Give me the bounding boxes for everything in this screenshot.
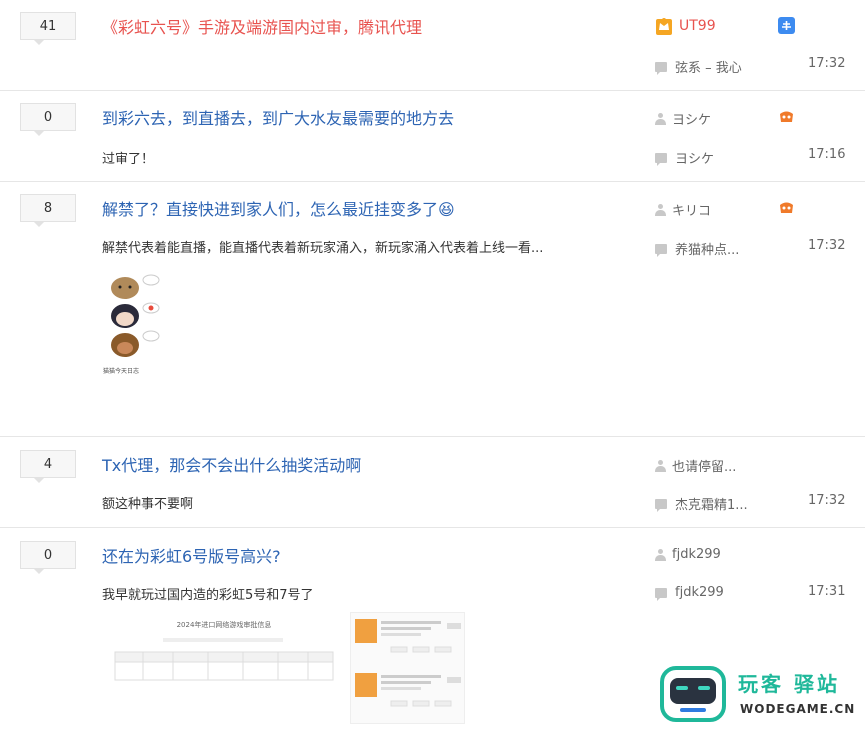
game-controller-badge-icon — [780, 111, 793, 122]
author-name: UT99 — [679, 18, 716, 34]
last-reply[interactable]: fjdk299 — [655, 585, 724, 601]
watermark-brand: 玩客 驿站 — [738, 672, 840, 696]
thread-title[interactable]: 还在为彩虹6号版号高兴? — [102, 543, 281, 567]
last-reply[interactable]: ヨシケ — [655, 148, 714, 167]
last-reply-user: 杰克霜精1... — [675, 498, 748, 513]
reply-time: 17:32 — [808, 238, 846, 253]
thread-title[interactable]: 到彩六去，到直播去，到广大水友最需要的地方去 — [102, 105, 454, 129]
thread-abstract: 我早就玩过国内造的彩虹5号和7号了 — [102, 588, 314, 603]
thread-author[interactable]: 也请停留... — [655, 456, 736, 475]
thread-author[interactable]: キリコ — [655, 200, 711, 219]
watermark-url: WODEGAME.CN — [740, 702, 856, 716]
thread-author[interactable]: UT99 — [655, 16, 716, 36]
approval-table-icon — [114, 638, 334, 681]
meme-caption: 猫猫今天日志 — [103, 368, 140, 375]
last-reply-user: ヨシケ — [675, 152, 715, 167]
reply-count: 41 — [20, 12, 76, 45]
last-reply[interactable]: 养猫种点... — [655, 239, 739, 258]
author-name: 也请停留... — [672, 460, 737, 475]
thread-author[interactable]: ヨシケ — [655, 109, 711, 128]
thread-row[interactable]: 4 Tx代理，那会不会出什么抽奖活动啊 也请停留... 额这种事不要啊 杰克霜精… — [0, 437, 865, 528]
author-name: キリコ — [672, 204, 712, 219]
reply-time: 17:32 — [808, 56, 846, 71]
site-watermark: 玩客 驿站 WODEGAME.CN — [660, 662, 865, 724]
meme-cats-icon — [111, 274, 160, 357]
approval-list-title: 2024年进口网络游戏审批信息 — [176, 621, 272, 629]
thread-title[interactable]: 《彩虹六号》手游及端游国内过审，腾讯代理 — [102, 14, 422, 38]
robot-logo-icon — [660, 666, 726, 722]
last-reply-user: 养猫种点... — [675, 243, 740, 258]
thread-abstract: 解禁代表着能直播，能直播代表着新玩家涌入，新玩家涌入代表着上线一看... — [102, 241, 544, 256]
reply-time: 17:31 — [808, 584, 846, 599]
last-reply-user: 弦系 – 我心 — [675, 61, 742, 76]
last-reply-user: fjdk299 — [675, 585, 724, 600]
comment-icon — [655, 498, 667, 512]
reply-count: 0 — [20, 541, 76, 574]
user-icon — [655, 112, 666, 125]
last-reply[interactable]: 弦系 – 我心 — [655, 57, 742, 76]
comment-icon — [655, 243, 667, 257]
user-icon — [655, 548, 666, 561]
thread-row[interactable]: 0 到彩六去，到直播去，到广大水友最需要的地方去 ヨシケ 过审了！ ヨシケ 17… — [0, 91, 865, 182]
thread-title[interactable]: 解禁了？直接快进到家人们，怎么最近挂变多了😆 — [102, 196, 455, 220]
thread-abstract: 过审了！ — [102, 152, 155, 167]
vip-crown-icon — [656, 18, 672, 35]
meme-image[interactable]: 猫猫今天日志 — [103, 272, 163, 375]
comment-icon — [655, 587, 667, 601]
app-list-icon — [355, 619, 461, 707]
thread-title[interactable]: Tx代理，那会不会出什么抽奖活动啊 — [102, 452, 361, 476]
thread-row[interactable]: 41 《彩虹六号》手游及端游国内过审，腾讯代理 UT99 弦系 – 我心 17:… — [0, 0, 865, 91]
reply-count: 8 — [20, 194, 76, 227]
user-icon — [655, 459, 666, 472]
reply-count: 4 — [20, 450, 76, 483]
app-screenshot-image[interactable] — [350, 612, 465, 724]
approval-list-image[interactable]: 2024年进口网络游戏审批信息 — [113, 614, 335, 714]
comment-icon — [655, 61, 667, 75]
thread-author[interactable]: fjdk299 — [655, 547, 721, 562]
author-name: fjdk299 — [672, 547, 721, 562]
reply-time: 17:32 — [808, 493, 846, 508]
game-controller-badge-icon — [780, 202, 793, 213]
last-reply[interactable]: 杰克霜精1... — [655, 494, 748, 513]
comment-icon — [655, 152, 667, 166]
thread-abstract: 额这种事不要啊 — [102, 497, 194, 512]
user-icon — [655, 203, 666, 216]
reply-time: 17:16 — [808, 147, 846, 162]
reply-count: 0 — [20, 103, 76, 136]
member-badge-icon — [778, 17, 795, 34]
author-name: ヨシケ — [672, 113, 712, 128]
thread-row[interactable]: 8 解禁了？直接快进到家人们，怎么最近挂变多了😆 キリコ 解禁代表着能直播，能直… — [0, 182, 865, 437]
